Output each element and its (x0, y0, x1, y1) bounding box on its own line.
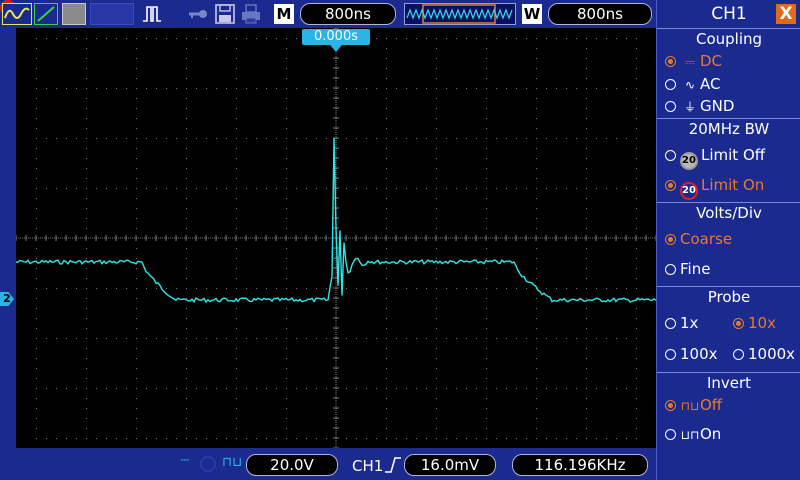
window-label: W (522, 4, 542, 24)
top-toolbar: M 800ns W 800ns (0, 0, 656, 28)
bw-limit-off-label: Limit Off (701, 146, 766, 164)
channel-menu: CH1 X Coupling ⎓ DC ∿ AC ⏚ GND 20MHz BW 20 L… (656, 0, 800, 480)
invert-off-option[interactable]: ⊓⊔Off (665, 395, 722, 416)
probe-1x-option[interactable]: 1x (665, 313, 698, 333)
empty-box-icon[interactable] (90, 3, 134, 25)
coupling-dc-label: DC (700, 52, 723, 70)
coupling-dc-option[interactable]: ⎓ DC (665, 51, 722, 72)
bw-limit-icon (200, 456, 216, 472)
channel-ground-marker[interactable]: 2 (0, 292, 14, 306)
coupling-gnd-label: GND (700, 97, 735, 115)
volts-div-title: Volts/Div (696, 204, 762, 222)
key-icon[interactable] (188, 3, 208, 25)
invert-on-icon: ⊔⊓ (680, 428, 700, 442)
radio-icon (665, 264, 676, 275)
grey-block-icon[interactable] (62, 3, 86, 25)
coupling-gnd-option[interactable]: ⏚ GND (665, 96, 734, 117)
coupling-ac-option[interactable]: ∿ AC (665, 74, 720, 95)
dc-icon: ⎓ (685, 55, 695, 69)
invert-off-label: Off (700, 396, 723, 414)
radio-icon (665, 429, 676, 440)
coupling-section: Coupling ⎓ DC ∿ AC ⏚ GND (657, 28, 800, 120)
bandwidth-title: 20MHz BW (688, 120, 770, 138)
coarse-label: Coarse (680, 230, 733, 248)
save-icon[interactable] (214, 3, 236, 25)
invert-off-icon: ⊓⊔ (680, 399, 700, 413)
pulse-icon[interactable] (142, 3, 162, 25)
frequency-readout: 116.196KHz (512, 454, 648, 476)
print-icon[interactable] (240, 3, 262, 25)
dc-coupling-icon: ⎓ (180, 453, 190, 466)
radio-icon (665, 318, 676, 329)
probe-10x-option[interactable]: 10x (733, 313, 776, 333)
volts-div-section: Volts/Div Coarse Fine (657, 202, 800, 288)
invert-section: Invert ⊓⊔Off ⊔⊓On (657, 372, 800, 480)
memory-label: M (274, 4, 294, 24)
waveform-icon[interactable] (2, 3, 32, 25)
ac-icon: ∿ (684, 78, 696, 92)
radio-selected-icon (665, 180, 676, 191)
fine-label: Fine (680, 260, 711, 278)
ramp-icon[interactable] (34, 3, 58, 25)
radio-selected-icon (665, 234, 676, 245)
probe-title: Probe (707, 288, 751, 306)
probe-100x-label: 100x (680, 345, 718, 363)
probe-section: Probe 1x 10x 100x 1000x (657, 286, 800, 372)
status-bar: ⎓ ⊓⊔ 20.0V CH1 16.0mV 116.196KHz (0, 448, 656, 480)
probe-1000x-label: 1000x (748, 345, 796, 363)
invert-title: Invert (706, 374, 752, 392)
rising-edge-icon (385, 457, 401, 473)
coupling-ac-label: AC (700, 75, 721, 93)
waveform-display[interactable] (16, 28, 656, 448)
bw-20-icon: 20 (680, 152, 698, 170)
bw-limit-off-option[interactable]: 20 Limit Off (665, 145, 765, 170)
bw-limit-on-label: Limit On (701, 176, 765, 194)
main-timebase-value[interactable]: 800ns (300, 3, 396, 25)
radio-icon (733, 349, 744, 360)
invert-on-label: On (700, 425, 722, 443)
bandwidth-section: 20MHz BW 20 Limit Off 20 Limit On (657, 118, 800, 200)
radio-selected-icon (665, 56, 676, 67)
trigger-position-readout: 0.000s (302, 29, 370, 45)
coupling-title: Coupling (695, 30, 763, 48)
probe-100x-option[interactable]: 100x (665, 344, 718, 364)
radio-icon (665, 349, 676, 360)
coarse-option[interactable]: Coarse (665, 229, 732, 249)
close-button[interactable]: X (776, 4, 796, 24)
trigger-level-value[interactable]: 16.0mV (404, 454, 496, 476)
radio-icon (665, 150, 676, 161)
invert-on-option[interactable]: ⊔⊓On (665, 424, 721, 445)
trigger-channel: CH1 (352, 457, 384, 475)
radio-icon (665, 101, 676, 112)
probe-10x-label: 10x (748, 314, 776, 332)
probe-1x-label: 1x (680, 314, 699, 332)
ground-icon: ⏚ (683, 100, 696, 114)
invert-icon: ⊓⊔ (222, 455, 243, 470)
ch1-trace (16, 137, 656, 304)
probe-1000x-option[interactable]: 1000x (733, 344, 795, 364)
fine-option[interactable]: Fine (665, 259, 710, 279)
window-timebase-value[interactable]: 800ns (548, 3, 652, 25)
volts-per-div-value[interactable]: 20.0V (246, 454, 338, 476)
bw-20-icon: 20 (680, 182, 698, 200)
radio-icon (665, 79, 676, 90)
trigger-position-arrow (330, 45, 342, 52)
radio-selected-icon (733, 318, 744, 329)
window-position-indicator[interactable] (404, 3, 516, 25)
bw-limit-on-option[interactable]: 20 Limit On (665, 175, 764, 200)
radio-selected-icon (665, 400, 676, 411)
